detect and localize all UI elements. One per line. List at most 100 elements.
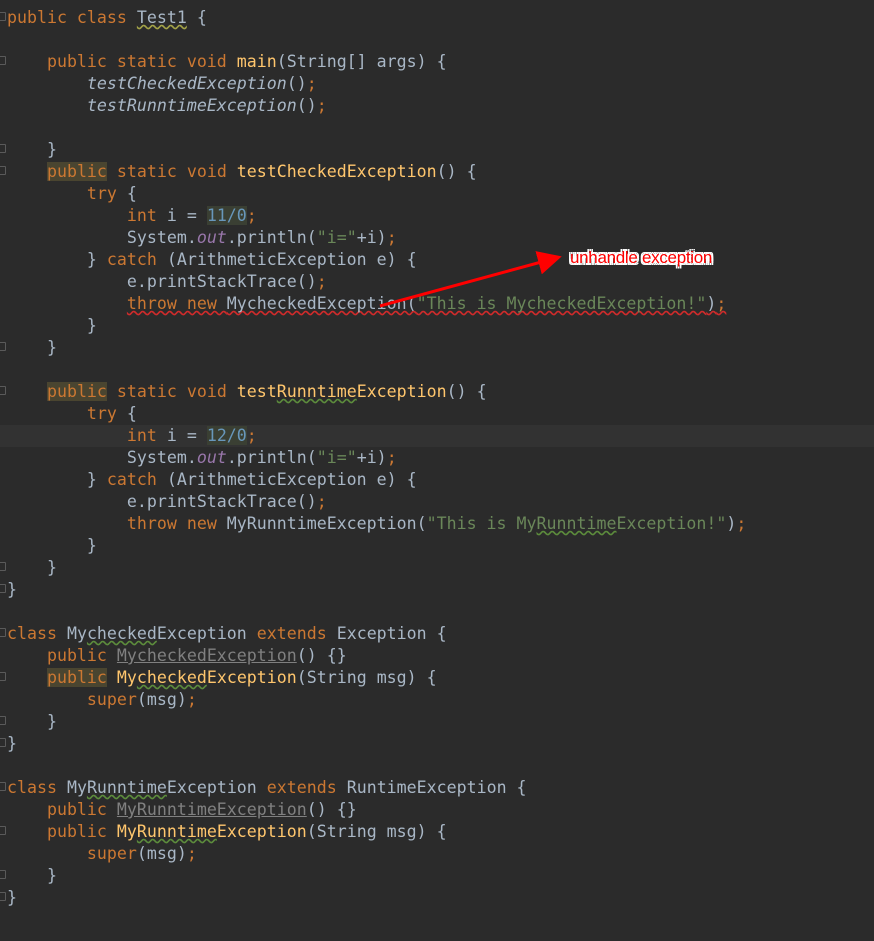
code-token: ;	[386, 228, 397, 247]
code-token: public	[7, 646, 117, 665]
code-line[interactable]: }	[0, 139, 874, 161]
code-token: }	[7, 536, 97, 555]
code-line[interactable]: testCheckedException();	[0, 73, 874, 95]
code-token: ;	[246, 426, 257, 445]
code-token: }	[7, 580, 17, 599]
fold-toggle-icon[interactable]	[0, 892, 6, 901]
fold-toggle-icon[interactable]	[0, 672, 6, 681]
code-line[interactable]: super(msg);	[0, 689, 874, 711]
code-token: }	[7, 316, 97, 335]
code-token: public	[46, 382, 107, 401]
code-line[interactable]: public MyRunntimeException(String msg) {	[0, 821, 874, 843]
code-line[interactable]: super(msg);	[0, 843, 874, 865]
code-token: (msg)	[136, 690, 187, 709]
fold-toggle-icon[interactable]	[0, 870, 6, 879]
fold-toggle-icon[interactable]	[0, 738, 6, 747]
code-line[interactable]: class MyRunntimeException extends Runtim…	[0, 777, 874, 799]
code-line[interactable]	[0, 755, 874, 777]
code-line[interactable]: }	[0, 711, 874, 733]
code-line[interactable]: }	[0, 733, 874, 755]
code-token: "This is My	[426, 514, 537, 533]
code-line[interactable]: int i = 11/0;	[0, 205, 874, 227]
fold-toggle-icon[interactable]	[0, 386, 6, 395]
code-token: Exception	[166, 778, 267, 797]
code-token: +i)	[356, 448, 387, 467]
code-token: catch	[106, 250, 157, 269]
code-line[interactable]	[0, 117, 874, 139]
code-token: static void	[106, 162, 237, 181]
code-token: (msg)	[136, 844, 187, 863]
code-line[interactable]: }	[0, 315, 874, 337]
code-line[interactable]: } catch (ArithmeticException e) {	[0, 249, 874, 271]
code-token: testCheckedException	[86, 74, 287, 93]
code-line[interactable]: throw new MyRunntimeException("This is M…	[0, 513, 874, 535]
code-line[interactable]	[0, 359, 874, 381]
fold-toggle-icon[interactable]	[0, 12, 6, 21]
code-line[interactable]: public MycheckedException(String msg) {	[0, 667, 874, 689]
code-line[interactable]: }	[0, 887, 874, 909]
code-line[interactable]	[0, 29, 874, 51]
code-line[interactable]: public MyRunntimeException() {}	[0, 799, 874, 821]
fold-toggle-icon[interactable]	[0, 562, 6, 571]
code-token: () {}	[306, 800, 357, 819]
code-token: class	[7, 778, 67, 797]
code-line[interactable]: }	[0, 865, 874, 887]
code-token: public static void	[7, 52, 237, 71]
fold-toggle-icon[interactable]	[0, 342, 6, 351]
fold-toggle-icon[interactable]	[0, 166, 6, 175]
code-token: ;	[316, 492, 327, 511]
code-line[interactable]: }	[0, 337, 874, 359]
code-line[interactable]: e.printStackTrace();	[0, 271, 874, 293]
code-token: ;	[186, 844, 197, 863]
code-editor[interactable]: public class Test1 { public static void …	[0, 7, 874, 909]
code-line[interactable]: } catch (ArithmeticException e) {	[0, 469, 874, 491]
code-token: }	[7, 888, 17, 907]
fold-toggle-icon[interactable]	[0, 144, 6, 153]
code-line[interactable]: try {	[0, 183, 874, 205]
code-line[interactable]: public static void testCheckedException(…	[0, 161, 874, 183]
code-line[interactable]: testRunntimeException();	[0, 95, 874, 117]
code-line[interactable]: class MycheckedException extends Excepti…	[0, 623, 874, 645]
code-token: (ArithmeticException e) {	[156, 250, 417, 269]
code-token: try	[7, 184, 117, 203]
code-token: MycheckedException	[116, 646, 297, 665]
code-line[interactable]: try {	[0, 403, 874, 425]
fold-toggle-icon[interactable]	[0, 782, 6, 791]
code-line[interactable]: public class Test1 {	[0, 7, 874, 29]
code-line[interactable]: e.printStackTrace();	[0, 491, 874, 513]
code-token: testCheckedException	[236, 162, 437, 181]
code-token: extends	[266, 778, 347, 797]
code-token: }	[7, 250, 107, 269]
code-token: e.printStackTrace()	[7, 272, 317, 291]
fold-toggle-icon[interactable]	[0, 584, 6, 593]
code-line[interactable]	[0, 601, 874, 623]
code-line[interactable]: System.out.println("i="+i);	[0, 447, 874, 469]
code-token: }	[7, 140, 57, 159]
code-line[interactable]: public static void testRunntimeException…	[0, 381, 874, 403]
code-line[interactable]: }	[0, 557, 874, 579]
code-line[interactable]: }	[0, 535, 874, 557]
code-token: catch	[106, 470, 157, 489]
code-line[interactable]: int i = 12/0;	[0, 425, 874, 447]
code-token: )	[706, 294, 717, 313]
code-token: extends	[256, 624, 337, 643]
fold-toggle-icon[interactable]	[0, 628, 6, 637]
code-line[interactable]: public static void main(String[] args) {	[0, 51, 874, 73]
code-line[interactable]: throw new MycheckedException("This is My…	[0, 293, 874, 315]
fold-toggle-icon[interactable]	[0, 826, 6, 835]
code-line[interactable]: public MycheckedException() {}	[0, 645, 874, 667]
code-token: (String msg) {	[296, 668, 437, 687]
fold-toggle-icon[interactable]	[0, 716, 6, 725]
code-line[interactable]: }	[0, 579, 874, 601]
code-token: i =	[166, 426, 207, 445]
code-token: i =	[166, 206, 207, 225]
code-line[interactable]: System.out.println("i="+i);	[0, 227, 874, 249]
code-token: RuntimeException {	[346, 778, 527, 797]
code-token: public	[46, 668, 107, 687]
fold-toggle-icon[interactable]	[0, 56, 6, 65]
code-token: checked	[136, 668, 207, 687]
